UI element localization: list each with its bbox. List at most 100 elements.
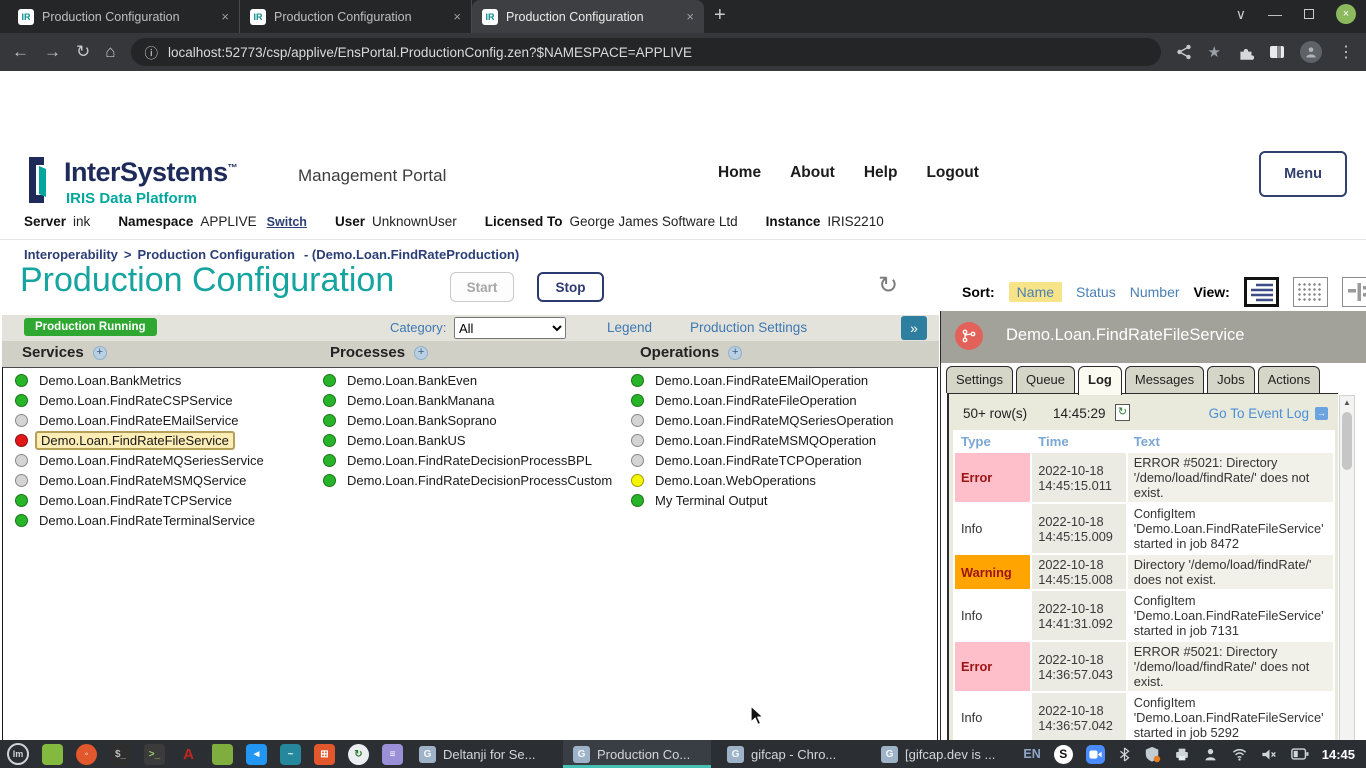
browser-menu-kebab-icon[interactable]: ⋮: [1338, 42, 1354, 62]
browser-tab[interactable]: IRProduction Configuration×: [472, 0, 704, 33]
config-item[interactable]: Demo.Loan.FindRateMQSeriesService: [15, 450, 268, 470]
browser-tab[interactable]: IRProduction Configuration×: [8, 0, 240, 33]
profile-avatar[interactable]: [1300, 41, 1322, 63]
tab-close-icon[interactable]: ×: [221, 9, 229, 24]
new-tab-button[interactable]: +: [714, 4, 726, 27]
nav-about[interactable]: About: [790, 164, 835, 182]
window-minimize-button[interactable]: —: [1268, 6, 1282, 22]
config-item[interactable]: Demo.Loan.FindRateMSMQOperation: [631, 430, 897, 450]
config-item[interactable]: Demo.Loan.BankUS: [323, 430, 616, 450]
sort-option-name[interactable]: Name: [1009, 282, 1062, 302]
config-item[interactable]: Demo.Loan.FindRateDecisionProcessBPL: [323, 450, 616, 470]
go-to-event-log-link[interactable]: Go To Event Log →: [1209, 406, 1328, 421]
category-select[interactable]: All: [454, 317, 566, 339]
expand-panel-button[interactable]: »: [901, 316, 927, 340]
sort-option-status[interactable]: Status: [1076, 284, 1116, 300]
view-grid-button[interactable]: [1293, 277, 1328, 307]
text-editor-icon[interactable]: ≡: [382, 744, 403, 765]
config-item[interactable]: Demo.Loan.BankManana: [323, 390, 616, 410]
extensions-icon[interactable]: [1237, 44, 1254, 61]
tab-queue[interactable]: Queue: [1016, 366, 1075, 393]
nav-home[interactable]: Home: [718, 164, 761, 182]
config-item[interactable]: Demo.Loan.FindRateFileService: [15, 430, 268, 450]
config-item[interactable]: Demo.Loan.BankEven: [323, 370, 616, 390]
taskbar-window[interactable]: GProduction Co...: [563, 740, 711, 768]
config-item[interactable]: Demo.Loan.FindRateTerminalService: [15, 510, 268, 530]
config-item[interactable]: Demo.Loan.FindRateEMailService: [15, 410, 268, 430]
breadcrumb-production-configuration[interactable]: Production Configuration: [138, 247, 295, 262]
auto-refresh-icon[interactable]: ↻: [1115, 404, 1130, 421]
app-orange-icon[interactable]: ◦: [76, 744, 97, 765]
config-item[interactable]: Demo.Loan.BankMetrics: [15, 370, 268, 390]
share-icon[interactable]: [1176, 44, 1192, 60]
bookmark-star-icon[interactable]: ★: [1208, 43, 1221, 61]
battery-icon[interactable]: [1291, 747, 1309, 761]
s-app-icon[interactable]: S: [1054, 745, 1073, 764]
config-item[interactable]: Demo.Loan.FindRateEMailOperation: [631, 370, 897, 390]
terminal-icon[interactable]: $_: [110, 744, 131, 765]
config-item[interactable]: My Terminal Output: [631, 490, 897, 510]
vscode-icon[interactable]: ◄: [246, 744, 267, 765]
tab-close-icon[interactable]: ×: [686, 9, 694, 24]
taskbar-window[interactable]: Ggifcap - Chro...: [717, 740, 865, 768]
add-operations-icon[interactable]: +: [728, 346, 742, 360]
config-item[interactable]: Demo.Loan.FindRateCSPService: [15, 390, 268, 410]
forward-icon[interactable]: →: [44, 42, 61, 62]
tab-actions[interactable]: Actions: [1258, 366, 1321, 393]
scroll-up-icon[interactable]: ▲: [1340, 398, 1354, 407]
config-item[interactable]: Demo.Loan.FindRateFileOperation: [631, 390, 897, 410]
add-services-icon[interactable]: +: [93, 346, 107, 360]
video-app-icon[interactable]: [1086, 745, 1105, 764]
language-indicator[interactable]: EN: [1023, 747, 1040, 761]
config-item[interactable]: Demo.Loan.BankSoprano: [323, 410, 616, 430]
terminal-root-icon[interactable]: >_: [144, 744, 165, 765]
log-vertical-scrollbar[interactable]: ▲ ▼: [1339, 395, 1355, 768]
nav-help[interactable]: Help: [864, 164, 898, 182]
add-processes-icon[interactable]: +: [414, 346, 428, 360]
config-item[interactable]: Demo.Loan.FindRateMSMQService: [15, 470, 268, 490]
files-icon[interactable]: [42, 744, 63, 765]
window-close-button[interactable]: ×: [1336, 4, 1356, 24]
wifi-icon[interactable]: [1231, 747, 1248, 761]
config-item[interactable]: Demo.Loan.WebOperations: [631, 470, 897, 490]
user-icon[interactable]: [1203, 747, 1218, 762]
bluetooth-icon[interactable]: [1118, 746, 1131, 763]
mint-menu-icon[interactable]: lm: [7, 743, 29, 765]
tab-settings[interactable]: Settings: [946, 366, 1013, 393]
tab-messages[interactable]: Messages: [1125, 366, 1204, 393]
tab-list-chevron-icon[interactable]: ∨: [1236, 6, 1246, 23]
breadcrumb-interoperability[interactable]: Interoperability: [24, 247, 118, 262]
shield-icon[interactable]: [1144, 746, 1161, 763]
reload-icon[interactable]: ↻: [76, 42, 90, 62]
home-icon[interactable]: ⌂: [105, 42, 115, 62]
sort-option-number[interactable]: Number: [1130, 284, 1180, 300]
timeshift-icon[interactable]: ↻: [348, 744, 369, 765]
config-item[interactable]: Demo.Loan.FindRateMQSeriesOperation: [631, 410, 897, 430]
site-info-icon[interactable]: ⓘ: [145, 42, 159, 62]
side-panel-icon[interactable]: [1270, 46, 1284, 58]
back-icon[interactable]: ←: [12, 42, 29, 62]
production-settings-link[interactable]: Production Settings: [690, 320, 807, 335]
address-bar[interactable]: ⓘ localhost:52773/csp/applive/EnsPortal.…: [131, 38, 1161, 66]
legend-link[interactable]: Legend: [607, 320, 652, 335]
view-split-button[interactable]: [1342, 277, 1366, 307]
taskbar-window[interactable]: G[gifcap.dev is ...: [871, 740, 1019, 768]
volume-muted-icon[interactable]: [1261, 747, 1278, 762]
config-item[interactable]: Demo.Loan.FindRateTCPService: [15, 490, 268, 510]
config-item[interactable]: Demo.Loan.FindRateTCPOperation: [631, 450, 897, 470]
browser-tab[interactable]: IRProduction Configuration×: [240, 0, 472, 33]
stop-button[interactable]: Stop: [537, 272, 604, 302]
menu-button[interactable]: Menu: [1259, 151, 1347, 197]
app-red-icon[interactable]: A: [178, 744, 199, 765]
nav-logout[interactable]: Logout: [926, 164, 979, 182]
printer-icon[interactable]: [1174, 747, 1190, 762]
wave-viewer-icon[interactable]: ~: [280, 744, 301, 765]
taskbar-window[interactable]: GDeltanji for Se...: [409, 740, 557, 768]
namespace-switch-link[interactable]: Switch: [267, 215, 307, 229]
config-item[interactable]: Demo.Loan.FindRateDecisionProcessCustom: [323, 470, 616, 490]
window-maximize-button[interactable]: [1304, 9, 1314, 19]
vertical-scroll-thumb[interactable]: [1342, 412, 1352, 470]
view-list-button[interactable]: [1244, 277, 1279, 307]
tab-jobs[interactable]: Jobs: [1207, 366, 1254, 393]
file-manager-icon[interactable]: [212, 744, 233, 765]
